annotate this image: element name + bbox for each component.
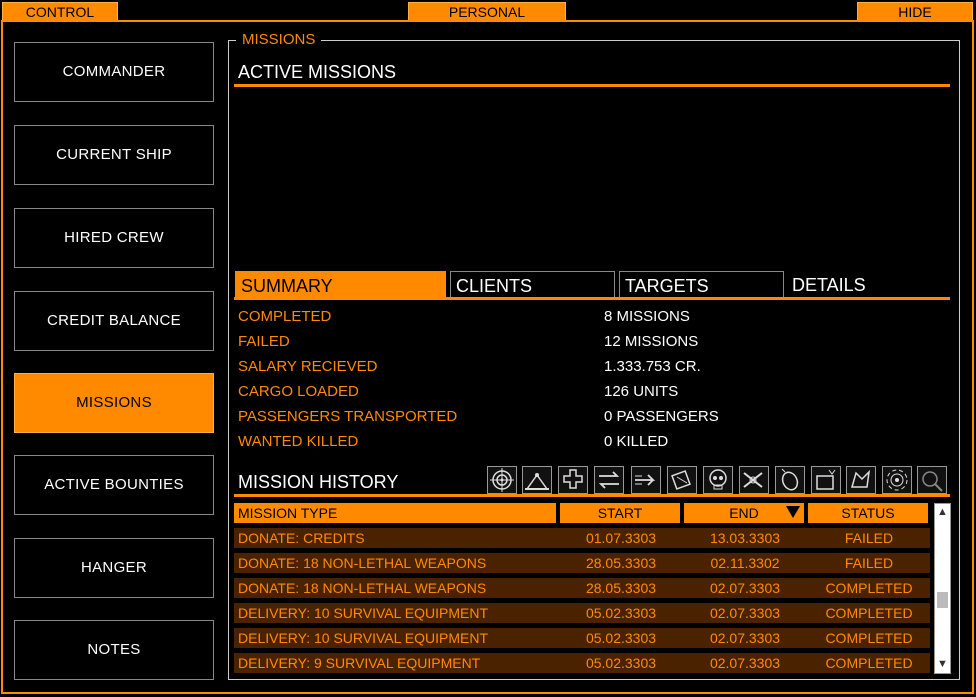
scroll-up-icon[interactable]: ▲: [935, 505, 950, 520]
history-scrollbar[interactable]: ▲ ▼: [934, 503, 951, 674]
weapons-icon[interactable]: [739, 466, 769, 494]
stat-completed-value: 8 MISSIONS: [604, 308, 690, 325]
cell-type: DONATE: 18 NON-LETHAL WEAPONS: [238, 580, 487, 596]
sidebar-item-hanger[interactable]: HANGER: [14, 538, 214, 598]
cell-start: 05.02.3303: [585, 630, 657, 646]
sidebar-item-notes[interactable]: NOTES: [14, 620, 214, 680]
scroll-down-icon[interactable]: ▼: [935, 657, 950, 672]
stat-wanted-value: 0 KILLED: [604, 433, 669, 450]
stat-salary-value: 1.333.753 CR.: [604, 358, 701, 375]
stat-failed-value: 12 MISSIONS: [604, 333, 699, 350]
cell-status: COMPLETED: [825, 580, 913, 596]
cell-end: 02.07.3303: [709, 655, 781, 671]
table-row[interactable]: DELIVERY: 10 SURVIVAL EQUIPMENT 05.02.33…: [234, 628, 930, 648]
stat-passengers-label: PASSENGERS TRANSPORTED: [238, 408, 458, 425]
tab-clients[interactable]: CLIENTS: [450, 271, 615, 299]
panel-legend: MISSIONS: [236, 31, 322, 48]
sidebar-item-missions[interactable]: MISSIONS: [14, 373, 214, 433]
cell-type: DELIVERY: 10 SURVIVAL EQUIPMENT: [238, 630, 489, 646]
salvage-icon[interactable]: [846, 466, 876, 494]
stat-wanted-label: WANTED KILLED: [238, 433, 359, 450]
cell-type: DONATE: 18 NON-LETHAL WEAPONS: [238, 555, 487, 571]
cell-end: 13.03.3303: [709, 530, 781, 546]
column-header-end-label: END: [729, 505, 759, 521]
column-header-end[interactable]: END: [684, 503, 804, 523]
delivery-icon[interactable]: [811, 466, 841, 494]
sidebar-item-commander[interactable]: COMMANDER: [14, 42, 214, 102]
table-row[interactable]: DONATE: CREDITS 01.07.3303 13.03.3303 FA…: [234, 528, 930, 548]
cell-type: DELIVERY: 10 SURVIVAL EQUIPMENT: [238, 605, 489, 621]
tab-targets[interactable]: TARGETS: [619, 271, 784, 299]
divider-active-missions: [234, 84, 950, 87]
table-row[interactable]: DONATE: 18 NON-LETHAL WEAPONS 28.05.3303…: [234, 578, 930, 598]
skull-icon[interactable]: [703, 466, 733, 494]
stat-cargo-value: 126 UNITS: [604, 383, 679, 400]
active-missions-list: [234, 90, 950, 266]
cell-end: 02.07.3303: [709, 580, 781, 596]
active-missions-title: ACTIVE MISSIONS: [238, 62, 397, 82]
cell-start: 01.07.3303: [585, 530, 657, 546]
sidebar-item-credit-balance[interactable]: CREDIT BALANCE: [14, 291, 214, 351]
cell-status: COMPLETED: [825, 630, 913, 646]
table-row[interactable]: DELIVERY: 9 SURVIVAL EQUIPMENT 05.02.330…: [234, 653, 930, 673]
medical-icon[interactable]: [558, 466, 588, 494]
top-bar: CONTROL PERSONAL HIDE: [0, 0, 976, 22]
cargo-icon[interactable]: [667, 466, 697, 494]
sort-down-icon: [786, 506, 800, 518]
target-icon[interactable]: [487, 466, 517, 494]
sidebar-item-active-bounties[interactable]: ACTIVE BOUNTIES: [14, 455, 214, 515]
food-icon[interactable]: [775, 466, 805, 494]
cell-type: DELIVERY: 9 SURVIVAL EQUIPMENT: [238, 655, 481, 671]
cell-status: COMPLETED: [825, 655, 913, 671]
cell-end: 02.11.3302: [710, 555, 780, 571]
table-row[interactable]: DELIVERY: 10 SURVIVAL EQUIPMENT 05.02.33…: [234, 603, 930, 623]
cell-end: 02.07.3303: [709, 630, 781, 646]
stat-completed-label: COMPLETED: [238, 308, 332, 325]
cell-end: 02.07.3303: [709, 605, 781, 621]
mission-history-title: MISSION HISTORY: [238, 472, 399, 492]
tab-details[interactable]: DETAILS: [787, 271, 947, 299]
stat-failed-label: FAILED: [238, 333, 290, 350]
survey-icon[interactable]: [917, 466, 947, 494]
stat-passengers-value: 0 PASSENGERS: [604, 408, 719, 425]
scroll-thumb[interactable]: [937, 592, 948, 608]
cell-status: FAILED: [844, 530, 894, 546]
divider-history: [234, 494, 950, 497]
column-header-mission-type[interactable]: MISSION TYPE: [234, 503, 556, 523]
cell-start: 28.05.3303: [585, 555, 657, 571]
personal-button[interactable]: PERSONAL: [408, 2, 566, 21]
cell-start: 05.02.3303: [585, 655, 657, 671]
column-header-status[interactable]: STATUS: [808, 503, 928, 523]
divider-tabs: [234, 297, 950, 300]
stat-cargo-label: CARGO LOADED: [238, 383, 359, 400]
trade-icon[interactable]: [594, 466, 624, 494]
stat-salary-label: SALARY RECIEVED: [238, 358, 378, 375]
control-button[interactable]: CONTROL: [2, 2, 118, 21]
column-header-start[interactable]: START: [560, 503, 680, 523]
landing-icon[interactable]: [522, 466, 552, 494]
cell-start: 28.05.3303: [585, 580, 657, 596]
sidebar-item-hired-crew[interactable]: HIRED CREW: [14, 208, 214, 268]
cell-status: COMPLETED: [825, 605, 913, 621]
cell-status: FAILED: [844, 555, 894, 571]
cell-start: 05.02.3303: [585, 605, 657, 621]
sidebar-item-current-ship[interactable]: CURRENT SHIP: [14, 125, 214, 185]
table-row[interactable]: DONATE: 18 NON-LETHAL WEAPONS 28.05.3303…: [234, 553, 930, 573]
courier-icon[interactable]: [631, 466, 661, 494]
hide-button[interactable]: HIDE: [857, 2, 973, 21]
cell-type: DONATE: CREDITS: [238, 530, 365, 546]
tab-summary[interactable]: SUMMARY: [235, 271, 446, 299]
radio-icon[interactable]: [882, 466, 912, 494]
